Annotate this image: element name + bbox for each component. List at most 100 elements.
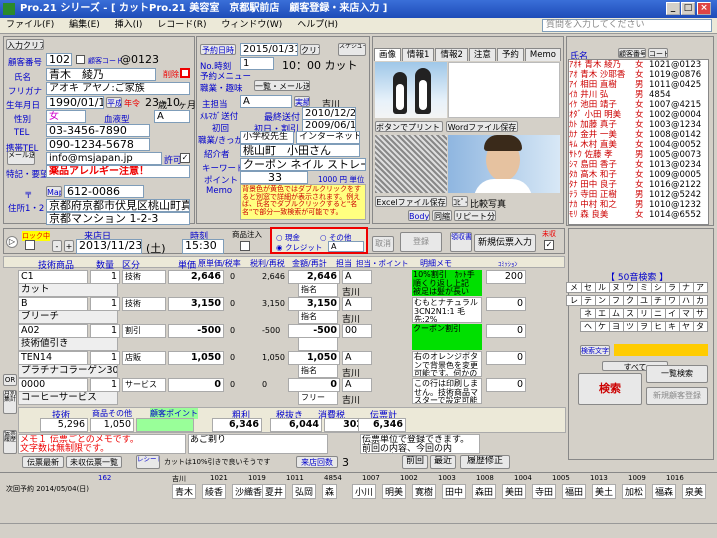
customer-list-row[interactable]: ｱｲ 相田 直樹 男 1011 @0425	[569, 80, 708, 90]
slip-memo3[interactable]: 伝票単位で登録できます。前回の内容、今回の内容……など	[360, 434, 480, 454]
customer-list-row[interactable]: ﾓﾘ 森 良美 女 1014 @6552	[569, 210, 708, 220]
line-item-name[interactable]: プラチナコラーゲン30g	[18, 364, 118, 378]
recent-button[interactable]: 最近	[430, 455, 456, 469]
birth-field[interactable]: 1990/01/15	[46, 96, 104, 109]
tab-image[interactable]: 画像	[374, 48, 402, 61]
line-commission[interactable]: 0	[486, 378, 526, 392]
or-button[interactable]: OR	[3, 374, 17, 386]
customer-list-row[interactable]: ﾃﾗ 寺田 正樹 男 1012 @5242	[569, 190, 708, 200]
kana-key[interactable]: ヌ	[608, 282, 624, 293]
kana-key[interactable]: ネ	[580, 308, 596, 319]
line-kind[interactable]: 店販	[122, 351, 166, 365]
kana-key[interactable]: サ	[692, 308, 708, 319]
kana-key[interactable]: ム	[608, 308, 624, 319]
line-qty[interactable]: 1	[90, 378, 120, 392]
line-commission[interactable]: 200	[486, 270, 526, 284]
kana-key[interactable]: ウ	[622, 282, 638, 293]
slip-latest-button[interactable]: 伝票最新	[22, 456, 64, 468]
penguin-photo[interactable]	[375, 62, 447, 118]
line-item-name[interactable]: コーヒーサービス	[18, 391, 118, 405]
staff-name-tab[interactable]: 福森	[652, 484, 677, 499]
kana-key[interactable]: ワ	[664, 295, 680, 306]
staff-tab[interactable]: 1007	[362, 474, 380, 482]
kana-key[interactable]: ヒ	[650, 321, 666, 332]
line-staff-type[interactable]: 指名	[298, 364, 338, 378]
staff-name-tab[interactable]: 森田	[472, 484, 497, 499]
staff-name-tab[interactable]: 弘岡	[292, 484, 317, 499]
staff-name-tab[interactable]: 加松	[622, 484, 647, 499]
kana-key[interactable]: ア	[692, 282, 708, 293]
kana-key[interactable]: カ	[692, 295, 708, 306]
schedule-button[interactable]: スケジュール確認	[338, 43, 366, 56]
list-mail-button[interactable]: 一覧・メール送信	[254, 80, 310, 91]
lock-checkbox[interactable]	[76, 55, 85, 64]
line-qty[interactable]: 1	[90, 351, 120, 365]
staff-name-tab[interactable]: 福田	[562, 484, 587, 499]
kana-key[interactable]: ヘ	[580, 321, 596, 332]
menu-edit[interactable]: 編集(E)	[69, 20, 100, 30]
staff-tab[interactable]: 1003	[438, 474, 456, 482]
line-item-name[interactable]: カット	[18, 283, 118, 297]
menu-insert[interactable]: 挿入(I)	[115, 20, 143, 30]
date-prev-button[interactable]: -	[52, 240, 62, 252]
kana-key[interactable]: フ	[608, 295, 624, 306]
staff-name-tab[interactable]: 綾香	[202, 484, 227, 499]
kana-key[interactable]: マ	[678, 308, 694, 319]
trigger-field[interactable]: インターネット	[296, 131, 360, 144]
mobile-field[interactable]: 090-1234-5678	[46, 138, 150, 151]
email-field[interactable]: info@msjapan.jp	[46, 152, 162, 165]
line-amount[interactable]: 2,646	[288, 270, 340, 284]
unpaid-list-button[interactable]: 未収伝票一覧	[66, 456, 122, 468]
line-item-code[interactable]: TEN14	[18, 351, 88, 365]
customer-list-row[interactable]: ｶﾄ 加藤 真子 女 1003 @1234	[569, 120, 708, 130]
line-price[interactable]: 1,050	[168, 351, 224, 365]
print-button[interactable]: ボタンでプリント →	[375, 121, 443, 132]
line-item-row[interactable]: 0000 1 サービス 0 0 0 0 A コーヒーサービス フリー 吉川 この行は印刷しません。技術…	[18, 378, 571, 406]
line-item-name[interactable]: ブリーチ	[18, 310, 118, 324]
line-item-row[interactable]: A02 1 割引 -500 0 -500 -500 00 技術値引き クーポン割引 0	[18, 324, 571, 351]
menu-file[interactable]: ファイル(F)	[6, 20, 54, 30]
line-price[interactable]: 2,646	[168, 270, 224, 284]
memo-field[interactable]: 背景色が黄色ではダブルクリックをすると別窓で詳細が表示されます。例えば、氏名でダ…	[240, 184, 366, 220]
line-amount[interactable]: -500	[288, 324, 340, 338]
staff-name-tab[interactable]: 寺田	[532, 484, 557, 499]
search-button[interactable]: 検索	[578, 373, 642, 405]
line-item-row[interactable]: TEN14 1 店販 1,050 0 1,050 1,050 A プラチナコラーゲン30g 指名吉…	[18, 351, 571, 379]
sort-code-button[interactable]: コード	[648, 48, 668, 58]
staff-tab[interactable]: 4854	[324, 474, 342, 482]
slip-memo1[interactable]: メモ１ 伝票ごとのメモです。 文字数は無制限です。	[18, 434, 186, 454]
kana-key[interactable]: レ	[566, 295, 582, 306]
shrink-button[interactable]: 同縮	[432, 210, 452, 221]
copy-button[interactable]: ｺﾋﾟｰ	[452, 196, 468, 207]
kana-key[interactable]: ミ	[636, 282, 652, 293]
staff-tab[interactable]: 1019	[248, 474, 266, 482]
photo-thumb[interactable]	[375, 135, 447, 193]
kana-key[interactable]: イ	[664, 308, 680, 319]
customer-list-row[interactable]: ｶﾅ 金井 一美 女 1008 @0142	[569, 130, 708, 140]
customer-list-row[interactable]: ｲｶ 井川 弘 男 4854	[569, 90, 708, 100]
line-amount[interactable]: 3,150	[288, 297, 340, 311]
staff-name-tab[interactable]: 沙織香	[232, 484, 266, 499]
staff-name-tab[interactable]: 夏井	[262, 484, 287, 499]
line-memo[interactable]: この行は印刷しません。技術商品マスターで設定可能です。	[412, 378, 482, 404]
kana-key[interactable]: ク	[622, 295, 638, 306]
staff-tab[interactable]: 1004	[514, 474, 532, 482]
minimize-icon[interactable]: _	[666, 2, 680, 15]
line-staff[interactable]: 00	[342, 324, 372, 338]
staff-name-tab[interactable]: 小川	[352, 484, 377, 499]
kana-key[interactable]: キ	[664, 321, 680, 332]
line-item-code[interactable]: 0000	[18, 378, 88, 392]
help-search-input[interactable]: 質問を入力してください	[542, 19, 712, 32]
pay-other-select[interactable]: A	[328, 241, 364, 252]
line-kind[interactable]: 技術	[122, 297, 166, 311]
line-item-name[interactable]: 技術値引き	[18, 337, 118, 351]
line-staff[interactable]: A	[342, 270, 372, 284]
slip-memo2[interactable]: あご剃り	[188, 434, 328, 454]
kana-key[interactable]: ン	[594, 295, 610, 306]
monthly-button[interactable]: 月別 集計	[3, 390, 17, 414]
lock-checkbox-visit[interactable]	[25, 240, 35, 250]
address2-field[interactable]: 京都マンション 1-2-3	[46, 212, 190, 225]
staff-tab[interactable]: 吉川	[172, 474, 186, 484]
kana-key[interactable]: ハ	[678, 295, 694, 306]
point-field[interactable]: 33	[240, 171, 308, 184]
